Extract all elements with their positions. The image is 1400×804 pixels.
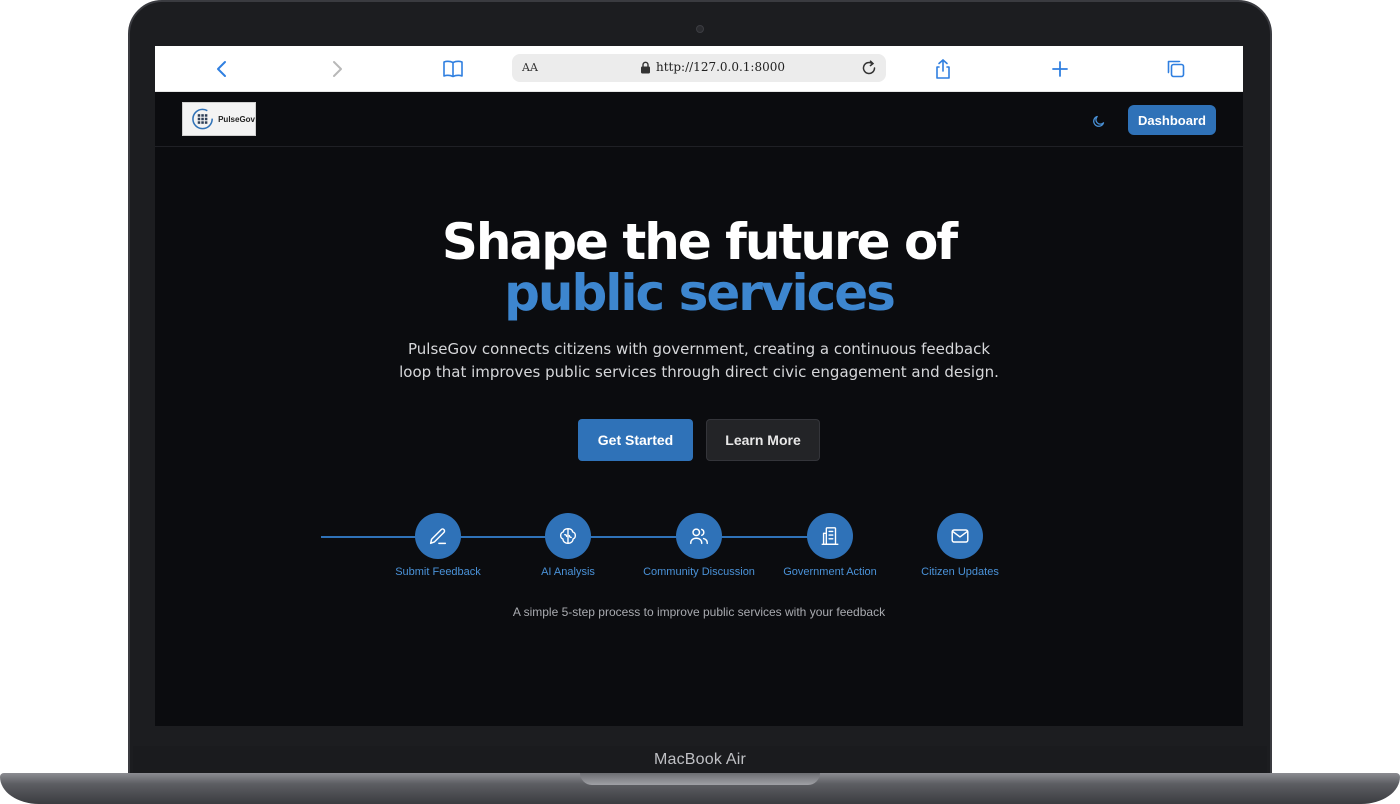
camera-icon [696,25,704,33]
mail-icon [951,529,969,543]
pulsegov-logo[interactable]: PulseGov [182,102,256,136]
reload-icon[interactable] [860,59,878,77]
back-icon[interactable] [210,57,234,81]
logo-grid-icon [192,108,213,130]
address-bar[interactable]: AA http://127.0.0.1:8000 [512,54,886,82]
pencil-icon [429,528,447,545]
url-display[interactable]: http://127.0.0.1:8000 [640,60,785,74]
step-circle [937,513,983,559]
step-circle [676,513,722,559]
tabs-overview-icon[interactable] [1164,57,1188,81]
brain-icon [559,527,577,545]
moon-icon[interactable] [1092,114,1106,128]
new-tab-plus-icon[interactable] [1048,57,1072,81]
learn-more-button[interactable]: Learn More [706,419,820,461]
screen: AA http://127.0.0.1:8000 PulseGov Dashbo… [155,46,1243,726]
step-ai-analysis[interactable]: AI Analysis [498,513,638,578]
share-icon[interactable] [931,57,955,81]
device-model-label: MacBook Air [653,751,746,768]
url-text: http://127.0.0.1:8000 [656,60,786,74]
hero-title-line2: public services [504,264,896,322]
lock-icon [641,61,650,73]
laptop-base-notch [580,773,820,785]
forward-icon[interactable] [325,57,349,81]
step-submit-feedback[interactable]: Submit Feedback [368,513,508,578]
building-icon [821,527,839,545]
get-started-button[interactable]: Get Started [578,419,693,461]
browser-toolbar: AA http://127.0.0.1:8000 [155,46,1243,92]
step-label: Submit Feedback [395,566,481,578]
step-label: AI Analysis [541,566,595,578]
hero-title-line1: Shape the future of [441,213,958,271]
step-label: Government Action [783,566,877,578]
users-icon [690,528,708,545]
bookmarks-book-icon[interactable] [441,57,465,81]
step-circle [545,513,591,559]
step-circle [415,513,461,559]
dashboard-button[interactable]: Dashboard [1128,105,1216,135]
text-size-button[interactable]: AA [522,61,538,74]
step-government-action[interactable]: Government Action [760,513,900,578]
hero-subtitle: PulseGov connects citizens with governme… [399,340,999,381]
logo-text: PulseGov [218,114,255,124]
step-label: Citizen Updates [921,566,999,578]
steps-caption: A simple 5-step process to improve publi… [512,605,886,619]
site-header: PulseGov Dashboard [155,92,1243,147]
step-circle [807,513,853,559]
step-community-discussion[interactable]: Community Discussion [629,513,769,578]
step-citizen-updates[interactable]: Citizen Updates [890,513,1030,578]
step-label: Community Discussion [643,566,755,578]
